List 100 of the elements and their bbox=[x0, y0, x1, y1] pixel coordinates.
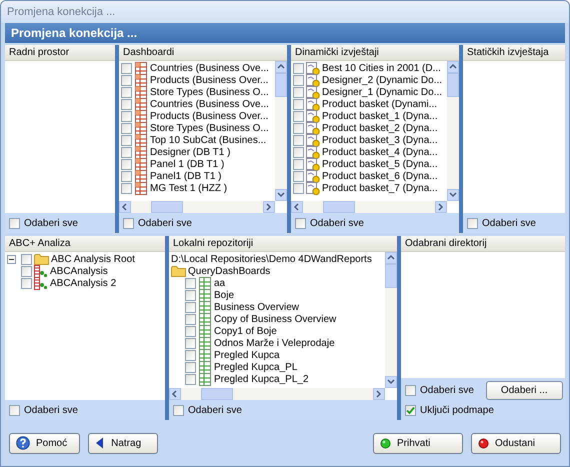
list-item[interactable]: Designer (DB T1 ) bbox=[150, 146, 230, 158]
select-all-label[interactable]: Odaberi sve bbox=[138, 218, 192, 228]
list-item[interactable]: Product basket_1 (Dyna... bbox=[322, 110, 438, 122]
chevron-down-icon[interactable] bbox=[387, 378, 395, 386]
list-item[interactable]: Product basket_5 (Dyna... bbox=[322, 158, 438, 170]
horizontal-scrollbar[interactable] bbox=[169, 388, 385, 400]
checkbox[interactable] bbox=[185, 290, 196, 300]
chevron-right-icon[interactable] bbox=[437, 203, 445, 211]
scrollbar-thumb[interactable] bbox=[275, 73, 287, 97]
checkbox[interactable] bbox=[185, 338, 196, 348]
chevron-down-icon[interactable] bbox=[449, 191, 457, 199]
list-item[interactable]: Products (Business Over... bbox=[150, 110, 268, 122]
checkbox[interactable] bbox=[293, 62, 304, 74]
checkbox[interactable] bbox=[9, 218, 20, 228]
horizontal-scrollbar[interactable] bbox=[119, 201, 275, 213]
list-item[interactable]: Store Types (Business O... bbox=[150, 86, 269, 98]
checkbox[interactable] bbox=[185, 362, 196, 372]
checkbox[interactable] bbox=[293, 146, 304, 158]
checkbox[interactable] bbox=[121, 134, 132, 146]
list-item[interactable]: Copy1 of Boje bbox=[214, 326, 277, 336]
checkbox[interactable] bbox=[293, 134, 304, 146]
scrollbar-thumb[interactable] bbox=[447, 73, 459, 97]
checkbox[interactable] bbox=[121, 158, 132, 170]
scrollbar-thumb[interactable] bbox=[385, 264, 397, 288]
select-all-label[interactable]: Odaberi sve bbox=[420, 385, 474, 396]
chevron-left-icon[interactable] bbox=[293, 203, 301, 211]
list-item[interactable]: Products (Business Over... bbox=[150, 74, 268, 86]
select-all-label[interactable]: Odaberi sve bbox=[188, 404, 242, 416]
checkbox[interactable] bbox=[293, 110, 304, 122]
horizontal-scrollbar[interactable] bbox=[291, 201, 447, 213]
checkbox[interactable] bbox=[21, 266, 32, 276]
checkbox[interactable] bbox=[293, 98, 304, 110]
list-item[interactable]: ABCAnalysis 2 bbox=[50, 278, 116, 288]
checkbox[interactable] bbox=[185, 326, 196, 336]
list-item[interactable]: Best 10 Cities in 2001 (D... bbox=[322, 62, 441, 74]
checkbox[interactable] bbox=[185, 350, 196, 360]
chevron-up-icon[interactable] bbox=[387, 254, 395, 262]
list-item[interactable]: Countries (Business Ove... bbox=[150, 62, 269, 74]
scrollbar-thumb[interactable] bbox=[201, 388, 233, 400]
checkbox[interactable] bbox=[293, 182, 304, 194]
list-item[interactable]: Designer_1 (Dynamic Do... bbox=[322, 86, 442, 98]
checkbox[interactable] bbox=[293, 86, 304, 98]
checkbox[interactable] bbox=[121, 62, 132, 74]
checkbox[interactable] bbox=[293, 74, 304, 86]
checkbox[interactable] bbox=[405, 404, 416, 416]
scrollbar-thumb[interactable] bbox=[323, 201, 355, 213]
list-item[interactable]: Product basket_2 (Dyna... bbox=[322, 122, 438, 134]
list-item[interactable]: Pregled Kupca bbox=[214, 350, 280, 360]
select-all-label[interactable]: Odaberi sve bbox=[310, 218, 364, 228]
checkbox[interactable] bbox=[405, 385, 416, 396]
checkbox[interactable] bbox=[121, 110, 132, 122]
checkbox[interactable] bbox=[293, 158, 304, 170]
scrollbar-thumb[interactable] bbox=[151, 201, 183, 213]
chevron-right-icon[interactable] bbox=[375, 390, 383, 398]
list-item[interactable]: Business Overview bbox=[214, 302, 300, 312]
checkbox[interactable] bbox=[121, 74, 132, 86]
list-item[interactable]: Pregled Kupca_PL bbox=[214, 362, 298, 372]
checkbox[interactable] bbox=[121, 146, 132, 158]
list-item[interactable]: Countries (Business Ove... bbox=[150, 98, 269, 110]
list-item[interactable]: Pregled Kupca_PL_2 bbox=[214, 374, 309, 384]
checkbox[interactable] bbox=[185, 278, 196, 288]
list-item[interactable]: Odnos Marže i Veleprodaje bbox=[214, 338, 335, 348]
list-item[interactable]: Product basket_6 (Dyna... bbox=[322, 170, 438, 182]
select-all-label[interactable]: Odaberi sve bbox=[24, 404, 78, 416]
list-item[interactable]: Product basket_4 (Dyna... bbox=[322, 146, 438, 158]
list-item[interactable]: Top 10 SubCat (Busines... bbox=[150, 134, 266, 146]
browse-button[interactable]: Odaberi ... bbox=[486, 381, 563, 400]
vertical-scrollbar[interactable] bbox=[385, 252, 397, 388]
checkbox[interactable] bbox=[121, 98, 132, 110]
help-button[interactable]: Pomoć bbox=[9, 432, 80, 454]
vertical-scrollbar[interactable] bbox=[447, 61, 459, 201]
checkbox[interactable] bbox=[9, 404, 20, 416]
checkbox[interactable] bbox=[295, 218, 306, 228]
checkbox[interactable] bbox=[121, 86, 132, 98]
checkbox[interactable] bbox=[467, 218, 478, 228]
checkbox[interactable] bbox=[121, 122, 132, 134]
chevron-up-icon[interactable] bbox=[449, 63, 457, 71]
checkbox[interactable] bbox=[123, 218, 134, 228]
list-item[interactable]: aa bbox=[214, 278, 226, 288]
cancel-button[interactable]: Odustani bbox=[471, 432, 561, 454]
chevron-up-icon[interactable] bbox=[277, 63, 285, 71]
list-item[interactable]: Copy of Business Overview bbox=[214, 314, 336, 324]
tree-toggle-icon[interactable] bbox=[7, 254, 16, 264]
chevron-left-icon[interactable] bbox=[121, 203, 129, 211]
checkbox[interactable] bbox=[21, 278, 32, 288]
list-item[interactable]: Panel1 (DB T1 ) bbox=[150, 170, 222, 182]
vertical-scrollbar[interactable] bbox=[275, 61, 287, 201]
list-item[interactable]: ABC Analysis Root bbox=[51, 254, 135, 264]
checkbox[interactable] bbox=[293, 122, 304, 134]
checkbox[interactable] bbox=[185, 302, 196, 312]
chevron-left-icon[interactable] bbox=[171, 390, 179, 398]
list-item[interactable]: Designer_2 (Dynamic Do... bbox=[322, 74, 442, 86]
list-item[interactable]: Panel 1 (DB T1 ) bbox=[150, 158, 224, 170]
list-item[interactable]: MG Test 1 (HZZ ) bbox=[150, 182, 228, 194]
list-item[interactable]: ABCAnalysis bbox=[50, 266, 108, 276]
list-item[interactable]: QueryDashBoards bbox=[188, 266, 270, 276]
checkbox[interactable] bbox=[293, 170, 304, 182]
include-subfolders-label[interactable]: Uključi podmape bbox=[420, 404, 494, 416]
checkbox[interactable] bbox=[185, 314, 196, 324]
chevron-down-icon[interactable] bbox=[277, 191, 285, 199]
